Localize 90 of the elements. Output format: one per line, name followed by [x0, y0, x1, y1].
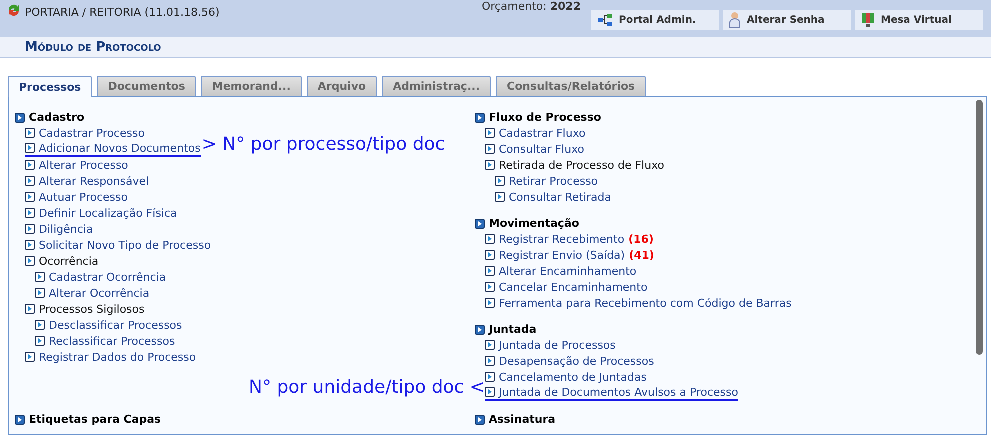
- item-bullet-icon: [25, 240, 35, 250]
- item-bullet-icon: [485, 340, 495, 350]
- person-icon: [729, 12, 741, 28]
- tab[interactable]: Arquivo: [306, 76, 378, 96]
- item-bullet-icon: [485, 266, 495, 276]
- menu-link[interactable]: Diligência: [39, 222, 94, 236]
- network-icon: [597, 13, 613, 27]
- item-bullet-icon: [485, 387, 495, 397]
- annotation-note: N° por unidade/tipo doc <: [249, 377, 485, 398]
- item-bullet-icon: [485, 250, 495, 260]
- section-title: Juntada: [489, 323, 537, 336]
- section-bullet-icon: [475, 218, 485, 228]
- section-title: Etiquetas para Capas: [29, 413, 162, 426]
- pending-count: (16): [628, 232, 654, 246]
- item-bullet-icon: [25, 192, 35, 202]
- section-bullet-icon: [475, 324, 485, 334]
- menu-link[interactable]: Desclassificar Processos: [49, 318, 182, 332]
- menu-link[interactable]: Adicionar Novos Documentos: [39, 142, 201, 154]
- item-bullet-icon: [495, 192, 505, 202]
- item-bullet-icon: [25, 176, 35, 186]
- menu-link[interactable]: Retirar Processo: [509, 174, 598, 188]
- item-bullet-icon: [25, 224, 35, 234]
- item-bullet-icon: [495, 176, 505, 186]
- section-title: Assinatura: [489, 413, 556, 426]
- section-bullet-icon: [475, 414, 485, 424]
- section-bullet-icon: [475, 112, 485, 122]
- scrollbar[interactable]: [976, 100, 983, 355]
- item-bullet-icon: [25, 208, 35, 218]
- menu-link[interactable]: Registrar Envio (Saída): [499, 248, 626, 262]
- module-title: Módulo de Protocolo: [25, 40, 162, 54]
- menu-link[interactable]: Alterar Responsável: [39, 174, 150, 188]
- budget-year: Orçamento: 2022: [482, 0, 581, 13]
- menu-link[interactable]: Cadastrar Ocorrência: [49, 270, 166, 284]
- item-bullet-icon: [485, 128, 495, 138]
- item-bullet-icon: [485, 356, 495, 366]
- menu-link[interactable]: Alterar Encaminhamento: [499, 264, 637, 278]
- menu-link[interactable]: Juntada de Processos: [499, 338, 616, 352]
- menu-link[interactable]: Consultar Retirada: [509, 190, 612, 204]
- item-bullet-icon: [25, 256, 35, 266]
- item-bullet-icon: [35, 336, 45, 346]
- item-bullet-icon: [25, 160, 35, 170]
- item-bullet-icon: [25, 128, 35, 138]
- menu-link[interactable]: Autuar Processo: [39, 190, 128, 204]
- menu-link[interactable]: Cancelar Encaminhamento: [499, 280, 648, 294]
- menu-link[interactable]: Cadastrar Processo: [39, 126, 145, 140]
- menu-link[interactable]: Desapensação de Processos: [499, 354, 654, 368]
- section-title: Cadastro: [29, 111, 85, 124]
- pending-count: (41): [629, 248, 654, 262]
- item-bullet-icon: [485, 282, 495, 292]
- annotation-note: > N° por processo/tipo doc: [202, 134, 446, 155]
- tab[interactable]: Administraç...: [382, 76, 491, 96]
- tab[interactable]: Consultas/Relatórios: [496, 76, 646, 96]
- menu-link[interactable]: Reclassificar Processos: [49, 334, 176, 348]
- item-bullet-icon: [485, 372, 495, 382]
- section-title: Movimentação: [489, 217, 580, 230]
- tab[interactable]: Processos: [8, 76, 92, 97]
- menu-link[interactable]: Ferramenta para Recebimento com Código de Barras: [499, 296, 792, 310]
- item-bullet-icon: [485, 144, 495, 154]
- menu-link[interactable]: Consultar Fluxo: [499, 142, 584, 156]
- item-bullet-icon: [25, 304, 35, 314]
- menu-group-label: Processos Sigilosos: [39, 302, 145, 316]
- unit-name: PORTARIA / REITORIA (11.01.18.56): [25, 6, 220, 19]
- menu-link[interactable]: Registrar Dados do Processo: [39, 350, 196, 364]
- item-bullet-icon: [35, 272, 45, 282]
- menu-link[interactable]: Alterar Processo: [39, 158, 128, 172]
- menu-link[interactable]: Cancelamento de Juntadas: [499, 370, 647, 384]
- item-bullet-icon: [35, 320, 45, 330]
- menu-link[interactable]: Solicitar Novo Tipo de Processo: [39, 238, 212, 252]
- monitor-icon: [861, 12, 875, 28]
- header-button[interactable]: Mesa Virtual: [855, 10, 983, 30]
- item-bullet-icon: [485, 298, 495, 308]
- section-bullet-icon: [15, 414, 25, 424]
- tab[interactable]: Memorand...: [201, 76, 302, 96]
- item-bullet-icon: [485, 234, 495, 244]
- menu-group-label: Ocorrência: [39, 254, 99, 268]
- menu-link[interactable]: Registrar Recebimento: [499, 232, 625, 246]
- item-bullet-icon: [485, 160, 495, 170]
- header-button[interactable]: Alterar Senha: [723, 10, 851, 30]
- section-title: Fluxo de Processo: [489, 111, 602, 124]
- menu-link[interactable]: Alterar Ocorrência: [49, 286, 150, 300]
- header-button[interactable]: Portal Admin.: [591, 10, 719, 30]
- section-bullet-icon: [15, 112, 25, 122]
- tab[interactable]: Documentos: [97, 76, 196, 96]
- item-bullet-icon: [25, 143, 35, 153]
- menu-link[interactable]: Juntada de Documentos Avulsos a Processo: [499, 386, 738, 398]
- menu-group-label: Retirada de Processo de Fluxo: [499, 158, 664, 172]
- menu-link[interactable]: Definir Localização Física: [39, 206, 178, 220]
- item-bullet-icon: [25, 352, 35, 362]
- item-bullet-icon: [35, 288, 45, 298]
- menu-link[interactable]: Cadastrar Fluxo: [499, 126, 586, 140]
